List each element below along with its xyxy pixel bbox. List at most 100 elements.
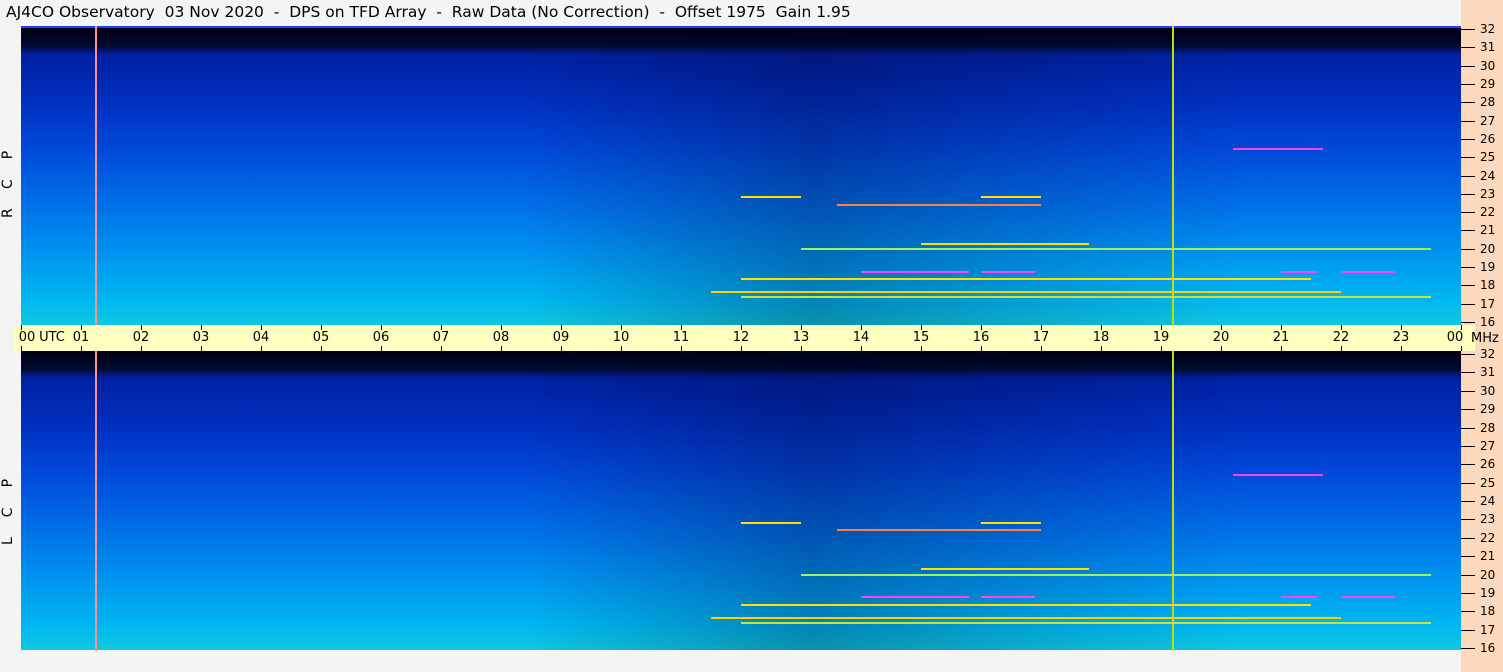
time-tick-label: 16	[972, 330, 990, 345]
interference-streak	[801, 248, 1431, 251]
freq-tick-label: 28	[1480, 95, 1496, 110]
time-tick-mark	[81, 346, 82, 351]
freq-tick-mark	[1461, 157, 1475, 159]
freq-tick-label: 17	[1480, 622, 1496, 637]
utc-label: UTC	[39, 330, 65, 345]
freq-tick-label: 24	[1480, 168, 1496, 183]
interference-streak	[1281, 596, 1317, 599]
time-tick-mark	[441, 346, 442, 351]
freq-tick-label: 16	[1480, 315, 1496, 329]
interference-streak	[861, 596, 969, 599]
time-tick-label: 00	[18, 330, 36, 345]
freq-tick-mark	[1461, 138, 1475, 140]
time-tick-label: 11	[672, 330, 690, 345]
freq-tick-label: 16	[1480, 641, 1496, 655]
time-tick-label: 23	[1392, 330, 1410, 345]
interference-streak	[1281, 270, 1317, 273]
freq-tick-mark	[1461, 29, 1475, 30]
freq-tick-label: 31	[1480, 40, 1496, 55]
freq-tick-mark	[1461, 230, 1475, 232]
rcp-label: RCP	[0, 130, 16, 218]
freq-tick-label: 29	[1480, 402, 1496, 417]
time-tick-mark	[1341, 346, 1342, 351]
freq-tick-mark	[1461, 354, 1475, 355]
time-tick-mark	[681, 346, 682, 351]
time-tick-mark	[21, 346, 22, 351]
freq-tick-label: 25	[1480, 150, 1496, 165]
freq-tick-mark	[1461, 83, 1475, 85]
interference-streak	[741, 196, 801, 199]
freq-tick-mark	[1461, 212, 1475, 214]
time-tick-label: 08	[492, 330, 510, 345]
interference-streak	[1233, 148, 1323, 151]
time-tick-mark	[1161, 346, 1162, 351]
freq-tick-mark	[1461, 102, 1475, 104]
freq-tick-mark	[1461, 175, 1475, 177]
time-tick-mark	[921, 346, 922, 351]
freq-tick-mark	[1461, 464, 1475, 466]
freq-tick-mark	[1461, 47, 1475, 49]
interference-streak	[861, 270, 969, 273]
time-tick-label: 07	[432, 330, 450, 345]
freq-tick-mark	[1461, 501, 1475, 502]
freq-tick-mark	[1461, 427, 1475, 429]
freq-tick-mark	[1461, 445, 1475, 447]
interference-streak	[801, 574, 1431, 577]
freq-tick-label: 29	[1480, 76, 1496, 91]
time-tick-label: 05	[312, 330, 330, 345]
time-tick-mark	[501, 346, 502, 351]
freq-tick-label: 20	[1480, 567, 1496, 582]
freq-tick-label: 27	[1480, 438, 1496, 453]
freq-tick-mark	[1461, 248, 1475, 250]
freq-tick-label: 18	[1480, 278, 1496, 293]
time-tick-mark	[1101, 346, 1102, 351]
time-tick-label: 02	[132, 330, 150, 345]
freq-tick-mark	[1461, 648, 1475, 649]
freq-tick-mark	[1461, 120, 1475, 122]
freq-tick-mark	[1461, 390, 1475, 392]
time-tick-mark	[741, 346, 742, 351]
freq-tick-mark	[1461, 65, 1475, 67]
time-tick-mark	[201, 346, 202, 351]
freq-tick-mark	[1461, 267, 1475, 269]
time-tick-label: 15	[912, 330, 930, 345]
freq-tick-label: 21	[1480, 223, 1496, 238]
time-tick-label: 12	[732, 330, 750, 345]
time-marker-line	[94, 26, 97, 325]
time-tick-mark	[1281, 346, 1282, 351]
interference-streak	[741, 603, 1311, 606]
interference-streak	[837, 203, 1041, 206]
freq-tick-mark	[1461, 519, 1475, 521]
interference-streak	[981, 596, 1035, 599]
time-tick-label: 14	[852, 330, 870, 345]
freq-tick-label: 18	[1480, 604, 1496, 619]
mhz-label: MHz	[1471, 331, 1499, 346]
time-tick-mark	[381, 346, 382, 351]
freq-tick-label: 30	[1480, 383, 1496, 398]
time-tick-mark	[981, 346, 982, 351]
freq-tick-label: 27	[1480, 113, 1496, 128]
interference-streak	[741, 521, 801, 524]
time-tick-label: 06	[372, 330, 390, 345]
time-tick-label: 19	[1152, 330, 1170, 345]
interference-streak	[981, 270, 1035, 273]
time-tick-mark	[861, 346, 862, 351]
freq-tick-label: 20	[1480, 241, 1496, 256]
freq-tick-label: 17	[1480, 296, 1496, 311]
time-tick-label: 09	[552, 330, 570, 345]
freq-tick-label: 22	[1480, 530, 1496, 545]
time-tick-mark	[561, 346, 562, 351]
freq-tick-label: 25	[1480, 475, 1496, 490]
freq-tick-label: 30	[1480, 58, 1496, 73]
freq-tick-label: 19	[1480, 260, 1496, 275]
interference-streak	[711, 616, 1341, 619]
time-tick-mark	[621, 346, 622, 351]
interference-streak	[1233, 473, 1323, 476]
time-tick-label: 13	[792, 330, 810, 345]
time-tick-mark	[1461, 346, 1462, 351]
interference-streak	[711, 290, 1341, 293]
freq-tick-mark	[1461, 372, 1475, 374]
freq-tick-label: 32	[1480, 347, 1496, 361]
freq-tick-label: 22	[1480, 205, 1496, 220]
time-tick-label: 10	[612, 330, 630, 345]
